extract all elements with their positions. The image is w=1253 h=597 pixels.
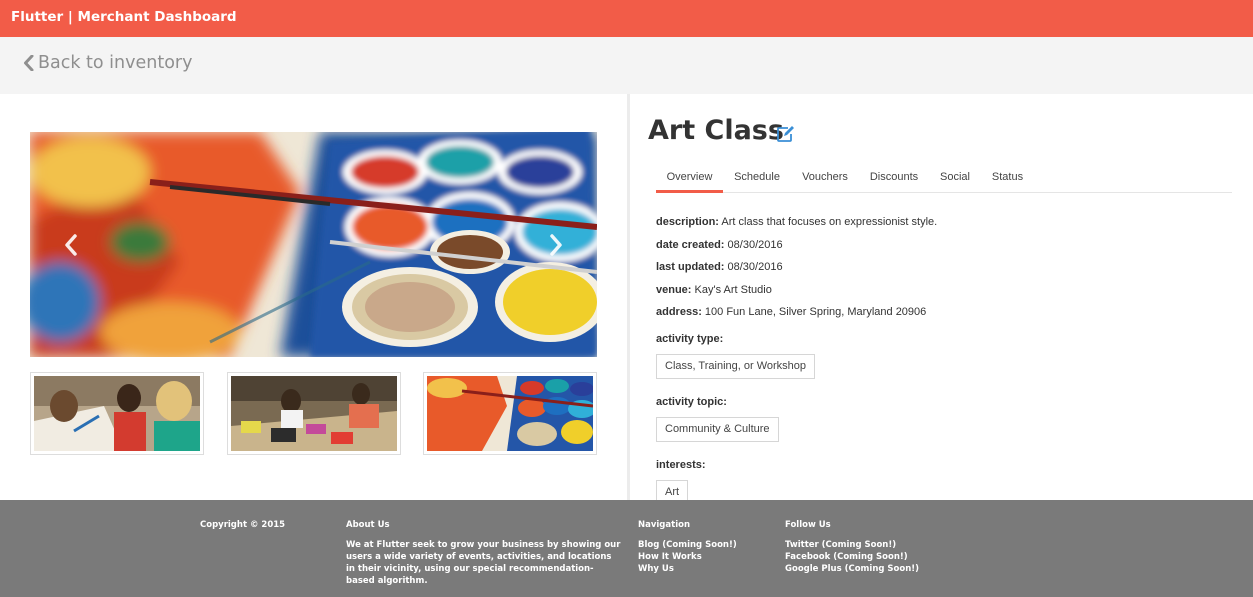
tab-status[interactable]: Status [986,163,1029,193]
about-heading: About Us [346,520,390,530]
footer-copyright: Copyright © 2015 [200,520,285,539]
carousel-next-button[interactable] [541,228,571,262]
activity-topic-tag[interactable]: Community & Culture [656,417,779,442]
footer-link-why-us[interactable]: Why Us [638,563,737,575]
activity-type-label: activity type: [656,333,724,345]
address-field: address: 100 Fun Lane, Silver Spring, Ma… [656,306,926,318]
footer-navigation: Navigation Blog (Coming Soon!) How It Wo… [638,520,737,575]
footer-link-twitter[interactable]: Twitter (Coming Soon!) [785,539,919,551]
date-created-field: date created: 08/30/2016 [656,239,783,251]
thumbnail-3[interactable] [423,372,597,455]
venue-label: venue: [656,284,692,296]
activity-tabs: Overview Schedule Vouchers Discounts Soc… [656,163,1232,193]
back-bar: Back to inventory [0,37,1253,94]
last-updated-label: last updated: [656,261,725,273]
back-label: Back to inventory [38,53,193,73]
thumbnail-image [34,376,200,451]
tab-social[interactable]: Social [935,163,975,193]
description-label: description: [656,216,719,228]
footer-link-blog[interactable]: Blog (Coming Soon!) [638,539,737,551]
tab-vouchers[interactable]: Vouchers [794,163,856,193]
top-bar: Flutter | Merchant Dashboard [0,0,1253,37]
thumbnail-1[interactable] [30,372,204,455]
address-value: 100 Fun Lane, Silver Spring, Maryland 20… [704,306,927,318]
description-value: Art class that focuses on expressionist … [721,216,938,228]
footer-follow: Follow Us Twitter (Coming Soon!) Faceboo… [785,520,919,575]
column-divider [627,94,630,500]
date-created-label: date created: [656,239,725,251]
footer-link-how-it-works[interactable]: How It Works [638,551,737,563]
about-text: We at Flutter seek to grow your business… [346,540,621,586]
interest-tag[interactable]: Art [656,480,689,500]
follow-heading: Follow Us [785,520,831,530]
venue-value: Kay's Art Studio [694,284,772,296]
chevron-left-icon [65,234,77,256]
date-created-value: 08/30/2016 [727,239,783,251]
interests-label: interests: [656,459,706,471]
brand-title[interactable]: Flutter | Merchant Dashboard [11,9,237,25]
footer-about: About Us We at Flutter seek to grow your… [346,520,622,587]
thumbnail-image [231,376,397,451]
copyright-text: Copyright © 2015 [200,520,286,530]
tab-overview[interactable]: Overview [656,163,723,193]
chevron-right-icon [550,234,562,256]
last-updated-field: last updated: 08/30/2016 [656,261,783,273]
navigation-heading: Navigation [638,520,690,530]
tab-discounts[interactable]: Discounts [863,163,925,193]
description-field: description: Art class that focuses on e… [656,216,937,228]
last-updated-value: 08/30/2016 [727,261,783,273]
chevron-left-icon [24,55,34,71]
back-to-inventory-link[interactable]: Back to inventory [23,50,192,76]
footer: Copyright © 2015 About Us We at Flutter … [0,500,1253,597]
venue-field: venue: Kay's Art Studio [656,284,772,296]
thumbnail-2[interactable] [227,372,401,455]
footer-link-google-plus[interactable]: Google Plus (Coming Soon!) [785,563,919,575]
thumbnail-image [427,376,593,451]
image-carousel[interactable] [30,132,597,357]
edit-icon[interactable] [776,125,796,148]
carousel-prev-button[interactable] [56,228,86,262]
activity-title: Art Class [648,115,784,146]
activity-topic-label: activity topic: [656,396,727,408]
tab-schedule[interactable]: Schedule [726,163,788,193]
footer-link-facebook[interactable]: Facebook (Coming Soon!) [785,551,919,563]
activity-type-tag[interactable]: Class, Training, or Workshop [656,354,816,379]
address-label: address: [656,306,702,318]
carousel-image [30,132,597,357]
